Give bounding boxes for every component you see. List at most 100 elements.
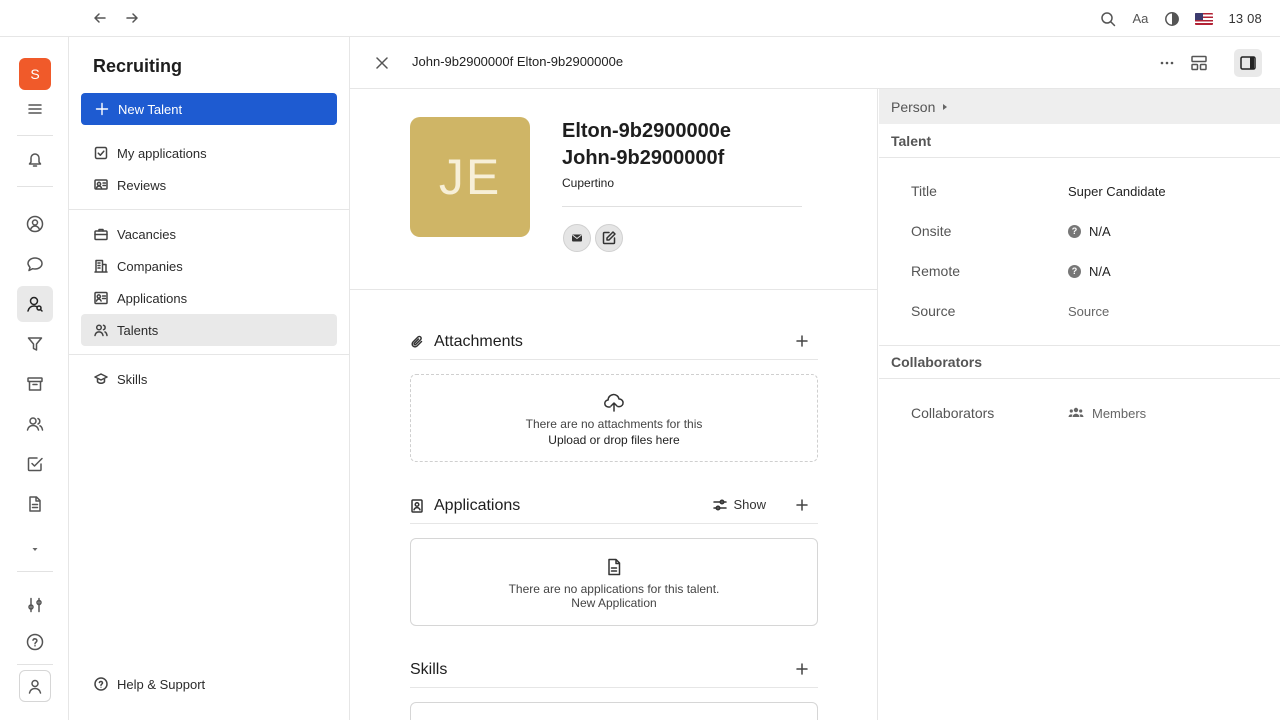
talent-last-name[interactable]: Elton-9b2900000e [562,120,731,143]
applications-header: Applications Show [410,488,818,524]
document-icon[interactable] [17,486,53,522]
menu-icon[interactable] [17,91,53,127]
applications-empty-text: There are no applications for this talen… [508,582,720,596]
us-flag-icon [1195,12,1214,25]
sidebar-item-companies[interactable]: Companies [81,250,337,282]
remote-value[interactable]: ? N/A [1068,264,1111,279]
sidebar-item-my-applications[interactable]: My applications [81,137,337,169]
contacts-icon[interactable] [17,206,53,242]
person-label: Person [891,98,936,115]
sidebar-item-reviews[interactable]: Reviews [81,169,337,201]
onsite-value[interactable]: ? N/A [1068,224,1111,239]
recruiting-icon[interactable] [17,286,53,322]
new-talent-button[interactable]: New Talent [81,93,337,125]
source-value[interactable]: Source [1068,304,1109,319]
search-icon[interactable] [1092,0,1124,37]
paperclip-icon [411,335,423,348]
sidebar-item-applications[interactable]: Applications [81,282,337,314]
workspace-avatar[interactable]: S [19,58,51,90]
person-class-selector[interactable]: Person [879,89,1280,124]
applications-title: Applications [434,496,521,514]
sidebar-item-talents[interactable]: Talents [81,314,337,346]
layout-icon[interactable] [1185,49,1213,77]
question-icon: ? [1068,224,1081,238]
archive-icon[interactable] [17,366,53,402]
edit-contact-button[interactable] [595,224,623,252]
attachments-empty-text: There are no attachments for this [525,417,703,431]
title-value[interactable]: Super Candidate [1068,184,1166,199]
email-button[interactable] [563,224,591,252]
rail-divider [17,135,53,136]
skills-header: Skills [410,652,818,688]
attachments-title: Attachments [434,332,523,350]
back-arrow-icon[interactable] [91,9,109,27]
applications-empty-box: There are no applications for this talen… [410,538,818,626]
sidebar-item-skills[interactable]: Skills [81,363,337,395]
properties-panel: Person Talent Title Super Candidate Onsi… [879,89,1280,720]
edit-icon [602,231,616,245]
collaborators-value-text: Members [1092,405,1147,421]
talent-first-name[interactable]: John-9b2900000f [562,147,724,170]
members-icon [1068,407,1084,417]
upload-files-link[interactable]: Upload or drop files here [548,433,679,447]
show-options-button[interactable]: Show [713,497,766,512]
collaborators-group-header: Collaborators [879,345,1280,379]
attachments-dropzone[interactable]: There are no attachments for this Upload… [410,374,818,462]
skills-title: Skills [410,660,448,678]
hero-divider [350,289,877,290]
toggle-aside-icon[interactable] [1234,49,1262,77]
help-support-link[interactable]: Help & Support [81,668,337,700]
id-card-icon [94,291,108,305]
name-divider [562,206,802,207]
chat-icon[interactable] [17,246,53,282]
talent-location[interactable]: Cupertino [562,176,614,190]
sidebar-item-label: Talents [117,322,159,338]
sliders-icon [713,498,728,511]
prop-row-title: Title Super Candidate [879,171,1280,211]
rail-divider [17,571,53,572]
plus-icon [95,102,109,116]
sidebar-item-label: Vacancies [117,226,177,242]
profile-avatar[interactable] [19,670,51,702]
rail-divider [17,186,53,187]
team-icon[interactable] [17,406,53,442]
question-icon: ? [1068,264,1081,278]
sidebar-divider [69,354,350,355]
sidebar-item-vacancies[interactable]: Vacancies [81,218,337,250]
talent-group-label: Talent [891,132,932,149]
chevron-down-icon[interactable] [17,531,53,567]
more-options-icon[interactable] [1153,49,1181,77]
font-size-label: Aa [1132,11,1149,26]
envelope-icon [572,234,582,242]
font-size-button[interactable]: Aa [1124,0,1156,37]
close-icon[interactable] [372,53,392,73]
filter-icon[interactable] [17,326,53,362]
theme-toggle-icon[interactable] [1156,0,1188,37]
panel-title: John-9b2900000f Elton-9b2900000e [412,54,624,69]
collaborators-value[interactable]: Members [1068,406,1146,421]
show-label: Show [733,497,766,512]
prop-label: Title [911,183,937,199]
prop-row-collaborators: Collaborators Members [879,393,1280,433]
prop-label: Collaborators [911,405,995,421]
new-application-link[interactable]: New Application [411,596,817,610]
talent-avatar[interactable]: JE [410,117,530,237]
add-application-icon[interactable] [794,497,810,513]
sidebar-item-label: Companies [117,258,183,274]
language-selector[interactable] [1188,0,1220,37]
add-attachment-icon[interactable] [794,333,810,349]
attachments-header: Attachments [410,324,818,360]
sidebar-item-label: My applications [117,145,207,161]
prop-label: Remote [911,263,961,279]
recruiting-sidebar: Recruiting New Talent My applications Re… [69,37,350,720]
tasks-icon[interactable] [17,446,53,482]
skills-empty-box [410,702,818,720]
forward-arrow-icon[interactable] [123,9,141,27]
help-icon[interactable] [17,624,53,660]
add-skill-icon[interactable] [794,661,810,677]
sidebar-item-label: Skills [117,371,148,387]
settings-sliders-icon[interactable] [17,587,53,623]
bell-icon[interactable] [17,141,53,177]
sidebar-item-label: Applications [117,290,188,306]
remote-value-text: N/A [1089,263,1111,279]
